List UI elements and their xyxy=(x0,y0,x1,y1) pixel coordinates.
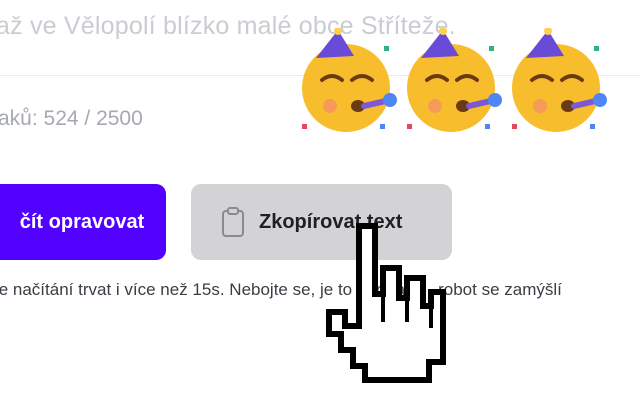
start-correcting-label: čít opravovat xyxy=(19,210,145,233)
partying-face-icon xyxy=(302,28,397,132)
character-counter: aků: 524 / 2500 xyxy=(0,107,143,130)
start-correcting-button[interactable]: čít opravovat xyxy=(0,184,166,260)
loading-notice: te načítání trvat i více než 15s. Nebojt… xyxy=(0,280,562,299)
partying-face-icon xyxy=(407,28,502,132)
clipboard-icon xyxy=(222,207,244,237)
hand-pointer-cursor-icon xyxy=(326,223,446,383)
partying-face-icon xyxy=(512,28,607,132)
emoji-group xyxy=(294,28,614,140)
